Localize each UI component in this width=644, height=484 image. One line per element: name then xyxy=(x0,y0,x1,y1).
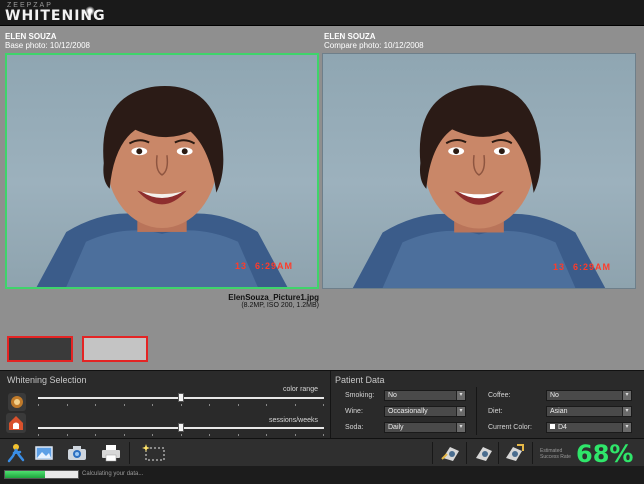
slider-tick xyxy=(294,404,296,406)
photo-import-icon[interactable] xyxy=(33,443,55,463)
soda-select[interactable]: Daily ▾ xyxy=(384,422,466,433)
control-panel: Whitening Selection Patient Data color r… xyxy=(0,370,644,439)
base-patient-name: ELEN SOUZA xyxy=(5,32,57,41)
diet-label: Diet: xyxy=(488,408,503,415)
patient-data-title: Patient Data xyxy=(335,375,385,385)
toolbar-separator xyxy=(129,442,130,464)
photo-file-name: ElenSouza_Picture1.jpg xyxy=(228,293,319,302)
base-photo-caption: Base photo: 10/12/2008 xyxy=(5,41,90,50)
slider-tick xyxy=(266,404,267,406)
whitening-selection-title: Whitening Selection xyxy=(7,375,87,385)
slider-tick xyxy=(152,434,153,436)
slider-tick xyxy=(294,434,296,436)
sessions-weeks-label: sessions/weeks xyxy=(268,417,318,424)
compare-photo-caption: Compare photo: 10/12/2008 xyxy=(324,41,424,50)
dropdown-arrow-icon: ▾ xyxy=(456,391,465,400)
camera-tool-3-icon[interactable] xyxy=(503,443,525,463)
dropdown-arrow-icon: ▾ xyxy=(456,423,465,432)
progress-bar xyxy=(4,470,79,479)
bottom-toolbar: Estimated Success Rate 68% xyxy=(0,438,644,468)
camera-import-icon[interactable] xyxy=(66,443,88,463)
color-range-label: color range xyxy=(282,386,318,393)
success-rate-value: 68% xyxy=(576,440,634,468)
slider-tick xyxy=(323,404,324,406)
coffee-select[interactable]: No ▾ xyxy=(546,390,632,401)
dropdown-arrow-icon: ▾ xyxy=(622,423,631,432)
color-swatch-icon xyxy=(550,424,555,429)
compare-patient-name: ELEN SOUZA xyxy=(324,32,376,41)
slider-tick xyxy=(180,404,182,406)
slider-tick xyxy=(95,434,96,436)
shade-swatch-light[interactable] xyxy=(82,336,148,362)
camera-tool-2-icon[interactable] xyxy=(473,443,495,463)
wine-select[interactable]: Occasionally ▾ xyxy=(384,406,466,417)
slider-tick xyxy=(180,434,182,436)
printer-icon[interactable] xyxy=(100,443,122,463)
slider-tick xyxy=(38,404,39,406)
success-rate-label: Estimated Success Rate xyxy=(540,448,571,460)
progress-fill xyxy=(5,471,46,478)
smoking-select[interactable]: No ▾ xyxy=(384,390,466,401)
tooth-icon[interactable] xyxy=(6,413,26,433)
slider-tick xyxy=(66,404,68,406)
slider-tick xyxy=(237,404,239,406)
photo-timestamp: 13 6:29AM xyxy=(234,261,293,271)
patient-portrait-image xyxy=(36,85,288,287)
photo-file-info: (8.2MP, ISO 200, 1.2MB) xyxy=(241,302,319,309)
slider-tick xyxy=(209,404,210,406)
radio-icon[interactable] xyxy=(8,393,26,411)
patient-walk-icon[interactable] xyxy=(5,443,27,463)
status-text: Calculating your data... xyxy=(82,471,144,477)
photo-timestamp: 13 6:29AM xyxy=(552,262,611,272)
slider-tick xyxy=(152,404,153,406)
slider-tick xyxy=(66,434,68,436)
sparkle-icon xyxy=(85,6,95,16)
current-color-select[interactable]: D4 ▾ xyxy=(546,422,632,433)
slider-tick xyxy=(323,434,324,436)
selection-rect-icon[interactable] xyxy=(142,443,165,463)
slider-tick xyxy=(209,434,210,436)
compare-photo[interactable]: 13 6:29AM xyxy=(322,53,636,289)
wine-label: Wine: xyxy=(345,408,363,415)
patient-data-separator xyxy=(476,387,477,435)
dropdown-arrow-icon: ▾ xyxy=(622,391,631,400)
sessions-weeks-slider[interactable] xyxy=(178,423,184,432)
slider-tick xyxy=(95,404,96,406)
toolbar-separator xyxy=(498,442,499,464)
camera-tool-1-icon[interactable] xyxy=(440,443,462,463)
toolbar-separator xyxy=(466,442,467,464)
soda-label: Soda: xyxy=(345,424,364,431)
slider-tick xyxy=(38,434,39,436)
patient-portrait-image xyxy=(352,85,606,288)
dropdown-arrow-icon: ▾ xyxy=(456,407,465,416)
toolbar-separator xyxy=(432,442,433,464)
color-range-ticks xyxy=(38,404,324,406)
base-photo[interactable]: 13 6:29AM xyxy=(5,53,319,289)
app-header: ZEEPZAP WHITENING xyxy=(0,0,644,26)
smoking-label: Smoking: xyxy=(345,392,375,399)
slider-tick xyxy=(237,434,239,436)
toolbar-separator xyxy=(532,442,533,464)
slider-tick xyxy=(123,434,125,436)
panel-divider xyxy=(330,371,331,439)
shade-swatch-dark[interactable] xyxy=(7,336,73,362)
dropdown-arrow-icon: ▾ xyxy=(622,407,631,416)
status-bar: Calculating your data... xyxy=(0,466,644,484)
color-range-slider[interactable] xyxy=(178,393,184,402)
coffee-label: Coffee: xyxy=(488,392,511,399)
slider-tick xyxy=(123,404,125,406)
sessions-weeks-ticks xyxy=(38,434,324,436)
photo-comparison-area: ELEN SOUZA Base photo: 10/12/2008 ELEN S… xyxy=(0,26,644,370)
slider-tick xyxy=(266,434,267,436)
diet-select[interactable]: Asian ▾ xyxy=(546,406,632,417)
current-color-label: Current Color: xyxy=(488,424,532,431)
